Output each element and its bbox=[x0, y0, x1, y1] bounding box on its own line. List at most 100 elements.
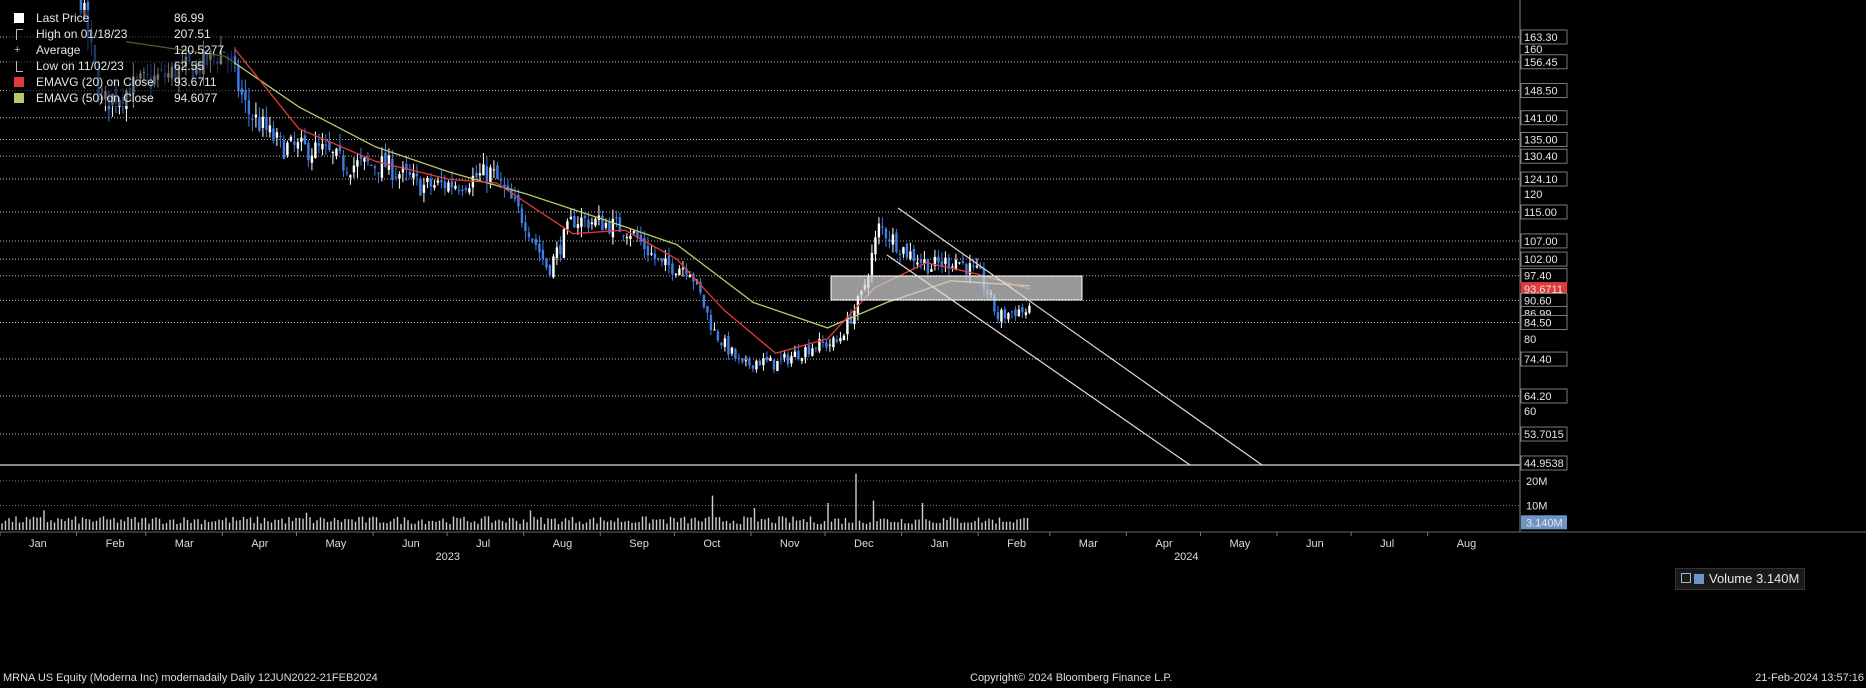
candle-body bbox=[307, 142, 310, 161]
candle-body bbox=[839, 338, 842, 342]
candle-body bbox=[720, 342, 723, 346]
x-axis-month-label: Dec bbox=[854, 538, 874, 550]
blue-square-icon bbox=[1694, 574, 1704, 584]
y-axis-label: 64.20 bbox=[1524, 391, 1552, 403]
low-tick-icon bbox=[16, 61, 23, 72]
candle-body bbox=[272, 128, 275, 141]
candle-body bbox=[524, 222, 527, 232]
legend-value: 120.5277 bbox=[174, 43, 225, 57]
candle-body bbox=[359, 155, 363, 159]
candle-body bbox=[513, 197, 517, 199]
candle-body bbox=[576, 224, 580, 229]
candle-body bbox=[380, 156, 384, 178]
candle-body bbox=[279, 135, 282, 137]
candle-body bbox=[1010, 311, 1014, 313]
y-axis-label: 163.30 bbox=[1524, 32, 1558, 44]
candle-body bbox=[832, 337, 835, 348]
legend-value: 94.6077 bbox=[174, 91, 218, 105]
candle-body bbox=[909, 251, 912, 260]
legend-low: Low on 11/02/23 62.55 bbox=[8, 58, 234, 74]
candle-body bbox=[688, 274, 692, 278]
candle-body bbox=[566, 221, 569, 230]
candle-body bbox=[321, 143, 324, 150]
candle-body bbox=[496, 165, 499, 179]
legend-last-price: Last Price 86.99 bbox=[8, 10, 234, 26]
candle-body bbox=[240, 88, 244, 95]
candle-body bbox=[765, 356, 769, 361]
candle-body bbox=[951, 266, 954, 268]
y-axis-label: 84.50 bbox=[1524, 317, 1552, 329]
x-axis-month-label: Jun bbox=[402, 538, 420, 550]
x-axis-month-label: Oct bbox=[703, 538, 720, 550]
expand-icon[interactable] bbox=[1681, 573, 1691, 583]
candle-body bbox=[590, 222, 594, 225]
candle-body bbox=[762, 358, 765, 366]
candle-body bbox=[1007, 313, 1010, 320]
candle-body bbox=[426, 178, 429, 182]
candle-body bbox=[870, 252, 874, 275]
y-axis-label: 107.00 bbox=[1524, 236, 1558, 248]
candle-body bbox=[464, 188, 468, 190]
volume-series bbox=[1, 473, 1029, 530]
legend-ema20: EMAVG (20) on Close 93.6711 bbox=[8, 74, 234, 90]
candle-body bbox=[1000, 309, 1003, 322]
candle-body bbox=[545, 258, 548, 268]
candle-body bbox=[961, 260, 965, 264]
candle-body bbox=[569, 216, 573, 220]
candle-body bbox=[1021, 306, 1024, 313]
y-axis-label: 141.00 bbox=[1524, 113, 1558, 125]
candle-body bbox=[702, 294, 706, 308]
candle-body bbox=[772, 359, 776, 370]
candle-body bbox=[433, 185, 436, 188]
candle-body bbox=[443, 181, 447, 189]
candle-body bbox=[475, 172, 478, 178]
x-axis-month-label: Nov bbox=[780, 538, 800, 550]
price-chart[interactable]: 163.30160156.45 148.50 141.00 135.00 130.40 1… bbox=[0, 0, 1866, 688]
candle-body bbox=[352, 165, 356, 173]
candle-body bbox=[996, 312, 1000, 320]
ema20-line bbox=[234, 48, 1031, 355]
candle-body bbox=[807, 345, 811, 355]
candle-body bbox=[902, 247, 905, 254]
candle-body bbox=[286, 142, 289, 156]
candle-body bbox=[412, 173, 415, 179]
candle-body bbox=[1017, 309, 1021, 317]
x-axis-month-label: Apr bbox=[1155, 538, 1172, 550]
candle-body bbox=[713, 329, 716, 331]
candle-body bbox=[804, 347, 807, 358]
candle-body bbox=[783, 353, 786, 358]
candle-body bbox=[538, 243, 541, 253]
candle-body bbox=[548, 265, 552, 276]
candle-body bbox=[331, 152, 335, 154]
candle-body bbox=[975, 265, 979, 268]
candle-body bbox=[730, 347, 734, 354]
candle-body bbox=[391, 158, 394, 180]
candle-body bbox=[289, 136, 293, 141]
x-axis-month-label: Feb bbox=[1007, 538, 1026, 550]
candle-body bbox=[328, 141, 331, 150]
candle-body bbox=[972, 265, 975, 267]
footer-timestamp: 21-Feb-2024 13:57:16 bbox=[1755, 672, 1864, 684]
candle-body bbox=[492, 169, 496, 171]
candle-body bbox=[716, 331, 720, 341]
y-axis-label: 148.50 bbox=[1524, 86, 1558, 98]
high-tick-icon bbox=[16, 29, 23, 40]
candle-body bbox=[755, 360, 758, 370]
candle-body bbox=[324, 144, 328, 146]
plus-icon: + bbox=[14, 44, 21, 56]
candle-body bbox=[741, 358, 744, 362]
volume-legend[interactable]: Volume 3.140M bbox=[1675, 568, 1805, 590]
legend-label: Low on 11/02/23 bbox=[36, 59, 124, 73]
candle-body bbox=[825, 342, 828, 348]
candle-body bbox=[461, 189, 464, 192]
candle-body bbox=[769, 357, 772, 361]
candle-body bbox=[657, 257, 660, 259]
candle-body bbox=[944, 257, 947, 265]
candle-body bbox=[916, 262, 919, 265]
footer-security: MRNA US Equity (Moderna Inc) modernadail… bbox=[3, 672, 378, 684]
red-square-icon bbox=[14, 77, 24, 87]
candle-body bbox=[1003, 309, 1007, 319]
legend-value: 86.99 bbox=[174, 11, 205, 25]
candle-body bbox=[408, 171, 412, 176]
x-axis-month-label: Mar bbox=[1079, 538, 1098, 550]
